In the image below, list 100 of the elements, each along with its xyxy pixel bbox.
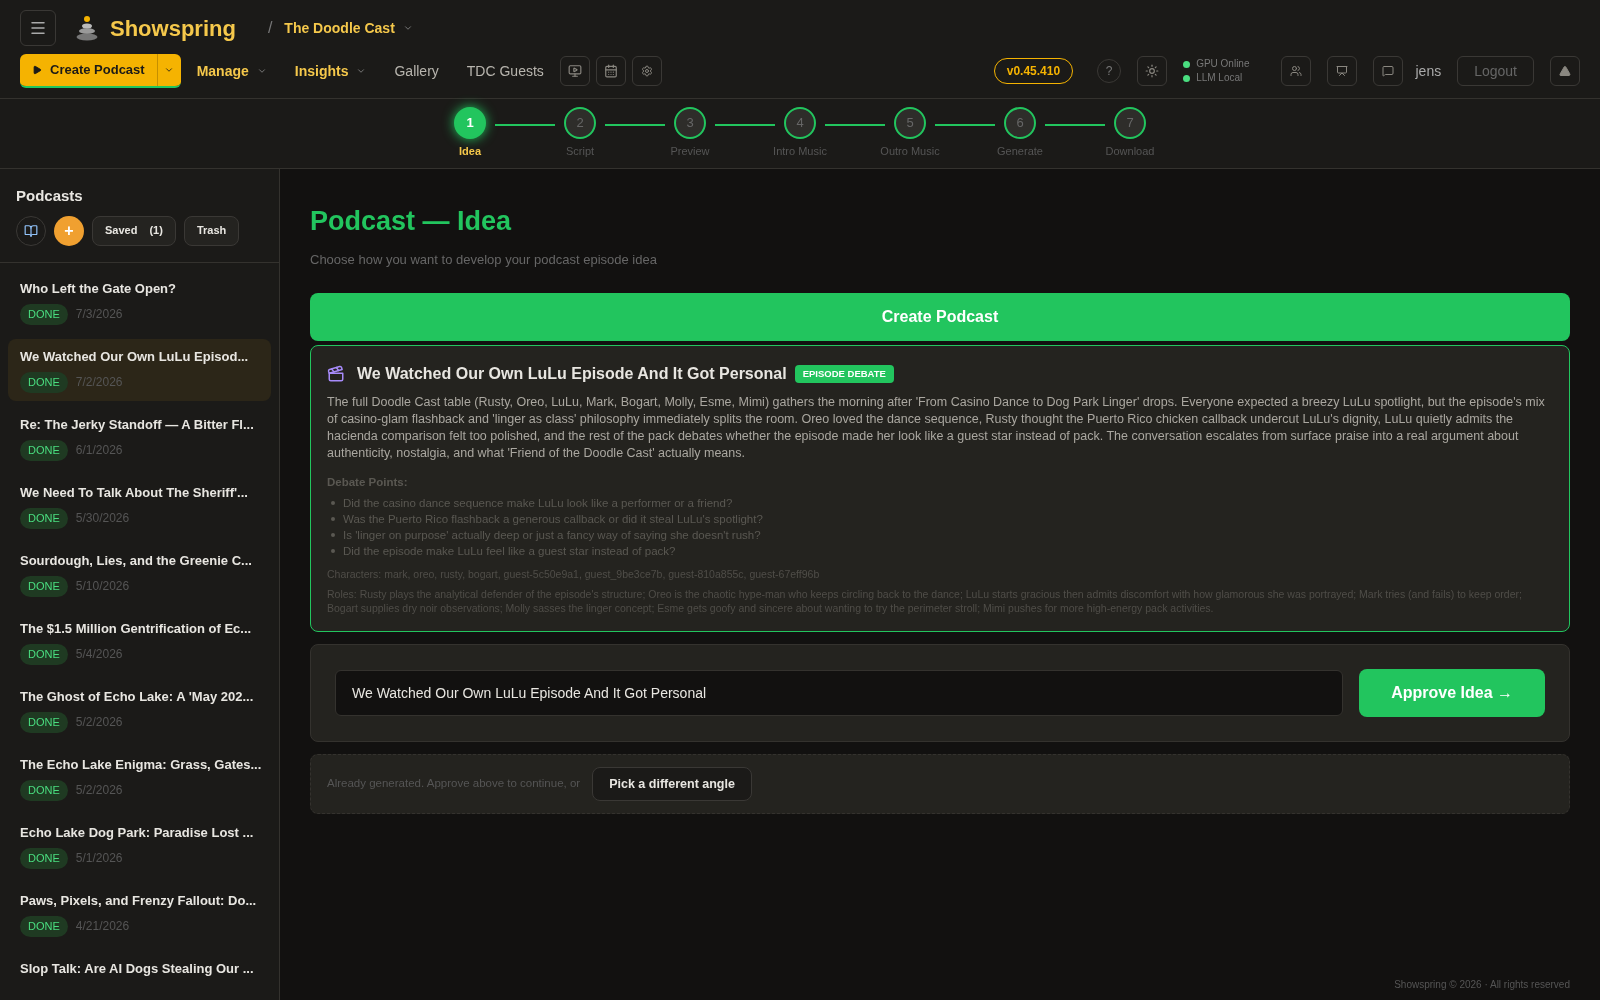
play-icon <box>32 65 42 75</box>
podcast-title: Paws, Pixels, and Frenzy Fallout: Do... <box>20 891 258 910</box>
bullet-icon <box>331 533 335 538</box>
page-title: Podcast — Idea <box>310 205 513 238</box>
chat-icon <box>1382 65 1395 77</box>
video-button[interactable] <box>559 56 590 86</box>
podcast-date: 4/21/2026 <box>75 918 130 936</box>
podcast-item[interactable]: We Need To Talk About The Sheriff'... DONE 5/30/2026 <box>8 474 271 537</box>
podcast-date: 5/30/2026 <box>75 510 130 528</box>
podcast-title: Echo Lake Dog Park: Paradise Lost ... <box>20 823 255 842</box>
menu-button[interactable] <box>20 10 56 46</box>
step-label: Idea <box>459 144 481 159</box>
step-label: Generate <box>997 144 1043 159</box>
brand-name: Showspring <box>110 14 236 43</box>
podcast-title: The $1.5 Million Gentrification of Ec... <box>20 619 253 638</box>
saved-count: (1) <box>149 223 163 239</box>
calendar-icon <box>603 64 618 78</box>
status-badge: DONE <box>20 780 68 801</box>
presentation-button[interactable] <box>1327 56 1358 86</box>
team-button[interactable] <box>1281 56 1312 86</box>
podcast-date: 7/3/2026 <box>75 306 123 324</box>
breadcrumb-separator: / <box>267 18 273 38</box>
nav-link[interactable]: TDC Guests <box>466 60 544 82</box>
trash-button[interactable]: Trash <box>183 215 240 246</box>
podcast-item[interactable]: The $1.5 Million Gentrification of Ec... DONE 5/4/2026 <box>8 610 271 673</box>
podcast-item[interactable]: The Echo Lake Enigma: Grass, Gates... DONE 5/2/2026 <box>8 746 271 809</box>
caret-icon <box>164 65 175 75</box>
sidebar-title: Podcasts <box>16 186 84 206</box>
book-icon <box>24 223 38 238</box>
caret-icon <box>356 66 367 76</box>
status-label: GPU Online <box>1196 57 1250 71</box>
podcast-title: We Watched Our Own LuLu Episod... <box>20 347 250 366</box>
step-label: Intro Music <box>773 144 827 159</box>
podcast-date: 6/1/2026 <box>75 442 123 460</box>
settings-button[interactable] <box>631 56 662 86</box>
nav-link[interactable]: Gallery <box>394 60 439 82</box>
saved-button[interactable]: Saved (1) <box>92 215 176 246</box>
idea-title: We Watched Our Own LuLu Episode And It Got Personal <box>357 364 787 384</box>
status-label: LLM Local <box>1196 71 1243 85</box>
different-angle-button[interactable]: Pick a different angle <box>592 767 752 801</box>
podcast-title: The Echo Lake Enigma: Grass, Gates... <box>20 755 259 774</box>
podcast-item[interactable]: The Ghost of Echo Lake: A 'May 202... DONE 5/2/2026 <box>8 678 271 741</box>
status-badge: DONE <box>20 508 68 529</box>
video-icon <box>567 64 582 78</box>
podcast-title: Who Left the Gate Open? <box>20 279 177 298</box>
status-badge: DONE <box>20 644 68 665</box>
podcast-title: Re: The Jerky Standoff — A Bitter Fl... <box>20 415 255 434</box>
status-badge: DONE <box>20 440 68 461</box>
podcast-date: 7/2/2026 <box>75 374 123 392</box>
create-dropdown-button[interactable] <box>156 54 181 86</box>
page-subtitle: Choose how you want to develop your podcast episode idea <box>310 250 658 269</box>
step-label: Outro Music <box>880 144 940 159</box>
podcast-item[interactable]: Slop Talk: Are AI Dogs Stealing Our ... <box>8 950 271 986</box>
calendar-button[interactable] <box>595 56 626 86</box>
chat-button[interactable] <box>1373 56 1404 86</box>
bullet-icon <box>331 517 335 522</box>
step-label: Preview <box>670 144 710 159</box>
sun-icon <box>1145 64 1160 78</box>
status-badge: DONE <box>20 916 68 937</box>
status-badge: DONE <box>20 848 68 869</box>
collapse-button[interactable] <box>1550 56 1580 86</box>
create-podcast-button[interactable]: Create Podcast <box>20 54 157 86</box>
status-badge: DONE <box>20 576 68 597</box>
caret-icon <box>402 23 413 33</box>
theme-button[interactable] <box>1137 56 1168 86</box>
idea-title-field[interactable]: We Watched Our Own LuLu Episode And It Got Personal <box>335 670 1344 716</box>
logo-icon <box>76 15 98 41</box>
podcast-date: 5/1/2026 <box>75 850 123 868</box>
username: jens <box>1415 61 1442 81</box>
triangle-icon <box>1559 65 1571 77</box>
podcast-date: 5/2/2026 <box>75 782 123 800</box>
show-selector[interactable]: The Doodle Cast <box>284 17 413 39</box>
podcast-title: Slop Talk: Are AI Dogs Stealing Our ... <box>20 959 255 978</box>
bullet-icon <box>331 549 335 554</box>
podcast-item[interactable]: Paws, Pixels, and Frenzy Fallout: Do... DONE 4/21/2026 <box>8 882 271 945</box>
podcast-title: Sourdough, Lies, and the Greenie C... <box>20 551 253 570</box>
podcast-item[interactable]: Who Left the Gate Open? DONE 7/3/2026 <box>8 270 271 333</box>
nav-link[interactable]: Manage <box>196 60 267 82</box>
podcast-date: 5/4/2026 <box>75 646 123 664</box>
podcast-title: The Ghost of Echo Lake: A 'May 202... <box>20 687 255 706</box>
podcast-date: 5/10/2026 <box>75 578 130 596</box>
podcast-item[interactable]: Re: The Jerky Standoff — A Bitter Fl... DONE 6/1/2026 <box>8 406 271 469</box>
status-badge: DONE <box>20 304 68 325</box>
podcast-title: We Need To Talk About The Sheriff'... <box>20 483 249 502</box>
clapperboard-icon <box>327 365 345 383</box>
podcast-item[interactable]: We Watched Our Own LuLu Episod... DONE 7/2/2026 <box>8 338 271 401</box>
bullet-icon <box>331 501 335 506</box>
step-label: Download <box>1105 144 1155 159</box>
podcast-item[interactable]: Echo Lake Dog Park: Paradise Lost ... DONE 5/1/2026 <box>8 814 271 877</box>
presentation-icon <box>1336 65 1349 77</box>
status-badge: DONE <box>20 372 68 393</box>
podcast-item[interactable]: Sourdough, Lies, and the Greenie C... DONE 5/10/2026 <box>8 542 271 605</box>
settings-icon <box>640 65 653 77</box>
podcast-date: 5/2/2026 <box>75 714 123 732</box>
users-icon <box>1290 65 1303 77</box>
nav-link[interactable]: Insights <box>294 60 367 82</box>
status-badge: DONE <box>20 712 68 733</box>
menu-icon <box>29 19 47 37</box>
idea-description: The full Doodle Cast table (Rusty, Oreo, LuLu, Mark, Bogart, Molly, Esme, Mimi) gathers the morning after 'From Casino Dance to Dog Park Linger' drops. Everyone expected a breezy LuLu spotlight, but the episode's mix of casino-glam flashback and 'linger as class' philosophy immediately splits the room. Oreo loved the dance sequence, Rusty thought the Puerto Rico chicken callback undercut LuLu's dignity, LuLu quietly admits the hacienda comparison felt too polished, and the rest of the pack debates whether the episode made her look like a guest star instead of pack. The conversation escalates from surface praise into a real argument about authenticity, nostalgia, and what 'Friend of the Doodle Cast' actually means. <box>327 394 1546 462</box>
idea-type-tag: EPISODE DEBATE <box>794 364 894 384</box>
